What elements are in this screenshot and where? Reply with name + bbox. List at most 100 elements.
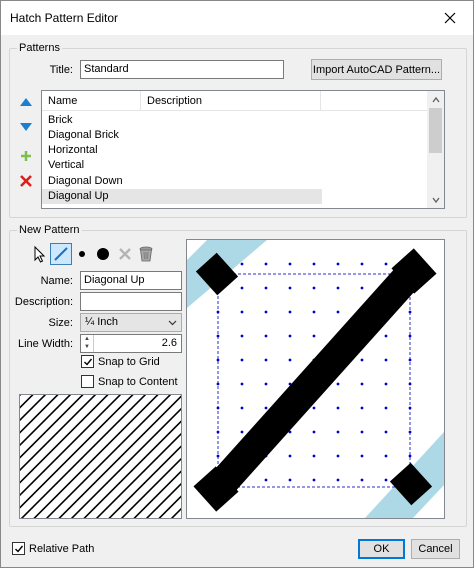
grid-dot [312,310,316,314]
close-button[interactable] [427,1,473,35]
pattern-canvas-graphic [187,240,444,518]
grid-dot [384,430,388,434]
increment-arrow-icon[interactable]: ▲ [81,335,93,343]
size-select[interactable]: ¼ Inch [80,313,182,332]
chevron-down-icon [431,197,440,203]
list-item-selected[interactable]: Diagonal Up [42,189,322,204]
scroll-thumb[interactable] [429,108,442,153]
grid-dot [216,454,220,458]
grid-dot [264,286,268,290]
clear-canvas-button[interactable] [136,244,156,264]
grid-dot [360,358,364,362]
column-name-header[interactable]: Name [42,91,141,111]
grid-dot [360,262,364,266]
grid-dot [240,358,244,362]
grid-dot [384,454,388,458]
snap-to-grid-checkbox[interactable] [81,355,94,368]
relative-path-label[interactable]: Relative Path [29,543,94,555]
red-x-icon [20,175,32,187]
line-tool-button[interactable] [50,243,72,265]
patterns-legend: Patterns [17,42,62,54]
size-select-value: ¼ Inch [85,316,119,328]
grid-dot [216,358,220,362]
snap-to-grid-label[interactable]: Snap to Grid [98,356,160,368]
stepper-arrows[interactable]: ▲ ▼ [81,335,94,352]
line-icon [54,247,68,261]
pattern-description-input[interactable] [80,292,182,311]
name-label: Name: [40,275,73,287]
grid-dot [360,478,364,482]
grid-dot [408,382,412,386]
grid-dot [336,478,340,482]
grid-dot [240,430,244,434]
decrement-arrow-icon[interactable]: ▼ [81,343,93,351]
description-label: Description: [14,296,73,308]
title-input[interactable]: Standard [80,60,284,79]
grid-dot [288,310,292,314]
cancel-button[interactable]: Cancel [411,539,460,559]
column-description-header[interactable]: Description [141,91,321,111]
grid-dot [264,262,268,266]
diagonal-line [199,253,431,507]
checkmark-icon [83,358,92,366]
chevron-down-icon [168,320,177,326]
hatch-preview-graphic [20,395,181,518]
snap-to-content-label[interactable]: Snap to Content [98,376,178,388]
grid-dot [336,262,340,266]
list-item[interactable]: Diagonal Brick [42,128,322,143]
grid-dot [240,382,244,386]
delete-element-button[interactable] [115,244,135,264]
list-header: Name Description [42,91,428,111]
gray-x-icon [119,248,131,260]
move-up-button[interactable] [16,92,36,112]
import-autocad-pattern-button[interactable]: Import AutoCAD Pattern... [311,59,442,80]
grid-dot [240,406,244,410]
list-item[interactable]: Horizontal [42,143,322,158]
grid-dot [408,310,412,314]
list-scrollbar[interactable] [427,91,444,208]
small-dot-icon [79,251,85,257]
move-down-button[interactable] [16,117,36,137]
chevron-up-icon [431,96,440,102]
grid-dot [408,358,412,362]
grid-dot [240,310,244,314]
grid-dot [384,406,388,410]
select-tool-button[interactable] [30,244,50,264]
relative-path-checkbox[interactable] [12,542,25,555]
patterns-list[interactable]: Name Description Brick Diagonal Brick Ho… [41,90,445,209]
small-dot-tool-button[interactable] [72,244,92,264]
trash-icon [139,246,153,262]
delete-pattern-button[interactable] [16,171,36,191]
scroll-up-arrow[interactable] [427,91,444,108]
close-icon [444,12,456,24]
grid-dot [336,454,340,458]
grid-dot [288,454,292,458]
list-item[interactable]: Brick [42,113,322,128]
grid-dot [312,262,316,266]
grid-dot [360,406,364,410]
line-width-stepper[interactable]: ▲ ▼ 2.6 [80,334,182,353]
grid-dot [288,358,292,362]
large-dot-tool-button[interactable] [93,244,113,264]
list-item[interactable]: Vertical [42,158,322,173]
snap-to-content-checkbox[interactable] [81,375,94,388]
list-item[interactable]: Diagonal Down [42,174,322,189]
large-dot-icon [97,248,109,260]
grid-dot [264,382,268,386]
grid-dot [312,478,316,482]
pattern-editor-canvas[interactable] [186,239,445,519]
grid-dot [288,478,292,482]
pattern-name-input[interactable]: Diagonal Up [80,271,182,290]
line-width-value: 2.6 [161,337,177,349]
grid-dot [288,286,292,290]
grid-dot [384,358,388,362]
grid-dot [264,406,268,410]
ok-button[interactable]: OK [358,539,405,559]
grid-dot [312,286,316,290]
grid-dot [288,262,292,266]
pointer-icon [34,245,46,263]
grid-dot [336,382,340,386]
add-pattern-button[interactable] [16,146,36,166]
scroll-down-arrow[interactable] [427,191,444,208]
grid-dot [240,286,244,290]
